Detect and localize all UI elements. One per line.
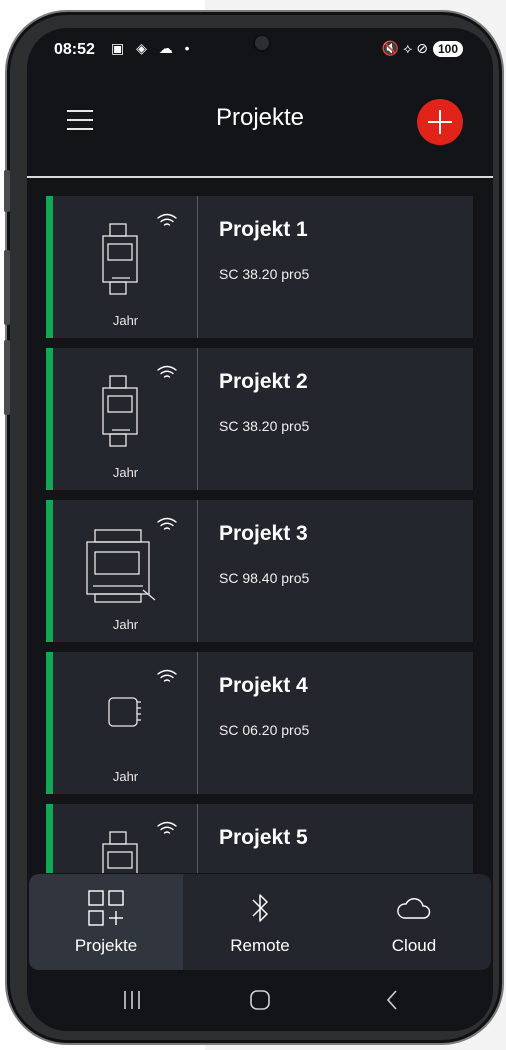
phone-screen: 08:52 ▣ ◈ ☁ • 🔇 ⟡ ⊘ 100 Projekte Jahr Pr… <box>27 28 493 1031</box>
tab-projekte[interactable]: Projekte <box>29 874 183 970</box>
device-icon <box>102 223 138 295</box>
project-card[interactable]: Jahr Projekt 4 SC 06.20 pro5 <box>46 652 473 794</box>
status-indicator <box>46 196 53 338</box>
bluetooth-icon <box>252 894 268 922</box>
project-card[interactable]: Projekt 5 <box>46 804 473 873</box>
project-name: Projekt 3 <box>219 522 308 545</box>
cloud-icon <box>397 898 431 919</box>
app-bar: Projekte <box>27 72 493 176</box>
tab-label: Cloud <box>391 936 437 955</box>
home-icon[interactable] <box>248 988 272 1012</box>
status-indicator <box>46 652 53 794</box>
device-icon <box>108 697 141 727</box>
project-name: Projekt 4 <box>219 674 308 697</box>
project-name: Projekt 1 <box>219 218 308 241</box>
device-panel: Jahr <box>53 348 198 490</box>
project-name: Projekt 5 <box>219 826 308 849</box>
status-indicator <box>46 500 53 642</box>
device-panel <box>53 804 198 873</box>
status-time: 08:52 <box>54 41 95 58</box>
status-indicator <box>46 348 53 490</box>
project-model: SC 38.20 pro5 <box>219 418 310 434</box>
system-navigation <box>27 970 493 1031</box>
wifi-icon <box>157 213 177 226</box>
phone-side-button <box>4 170 10 212</box>
device-icon <box>86 529 156 603</box>
grid-plus-icon <box>88 890 124 926</box>
recents-icon[interactable] <box>120 988 144 1012</box>
tab-remote[interactable]: Remote <box>183 874 337 970</box>
mode-label: Jahr <box>112 465 139 480</box>
status-indicator <box>46 804 53 873</box>
status-system-icons: 🔇 ⟡ ⊘ <box>381 40 428 56</box>
project-list[interactable]: Jahr Projekt 1 SC 38.20 pro5 Jahr Projek… <box>27 178 493 873</box>
notification-icons: ▣ ◈ ☁ • <box>111 40 194 56</box>
back-icon[interactable] <box>381 988 405 1012</box>
project-card[interactable]: Jahr Projekt 2 SC 38.20 pro5 <box>46 348 473 490</box>
bottom-navigation: Projekte Remote Cloud <box>29 874 491 970</box>
project-model: SC 38.20 pro5 <box>219 266 310 282</box>
wifi-icon <box>157 821 177 834</box>
device-panel: Jahr <box>53 652 198 794</box>
project-card[interactable]: Jahr Projekt 1 SC 38.20 pro5 <box>46 196 473 338</box>
phone-volume-button <box>4 340 10 415</box>
tab-cloud[interactable]: Cloud <box>337 874 491 970</box>
status-bar: 08:52 ▣ ◈ ☁ • 🔇 ⟡ ⊘ 100 <box>27 28 493 72</box>
project-model: SC 06.20 pro5 <box>219 722 310 738</box>
mode-label: Jahr <box>112 769 139 784</box>
battery-indicator: 100 <box>432 40 463 57</box>
tab-label: Remote <box>230 936 290 955</box>
project-name: Projekt 2 <box>219 370 308 393</box>
tab-label: Projekte <box>74 936 138 955</box>
device-panel: Jahr <box>53 196 198 338</box>
wifi-icon <box>157 669 177 682</box>
mode-label: Jahr <box>112 313 139 328</box>
project-card[interactable]: Jahr Projekt 3 SC 98.40 pro5 <box>46 500 473 642</box>
phone-volume-button <box>4 250 10 325</box>
project-model: SC 98.40 pro5 <box>219 570 310 586</box>
add-project-button[interactable] <box>417 99 463 145</box>
mode-label: Jahr <box>112 617 139 632</box>
status-right: 🔇 ⟡ ⊘ 100 <box>382 40 463 57</box>
device-icon <box>102 375 138 447</box>
wifi-icon <box>157 365 177 378</box>
device-icon <box>102 831 138 873</box>
wifi-icon <box>157 517 177 530</box>
device-panel: Jahr <box>53 500 198 642</box>
